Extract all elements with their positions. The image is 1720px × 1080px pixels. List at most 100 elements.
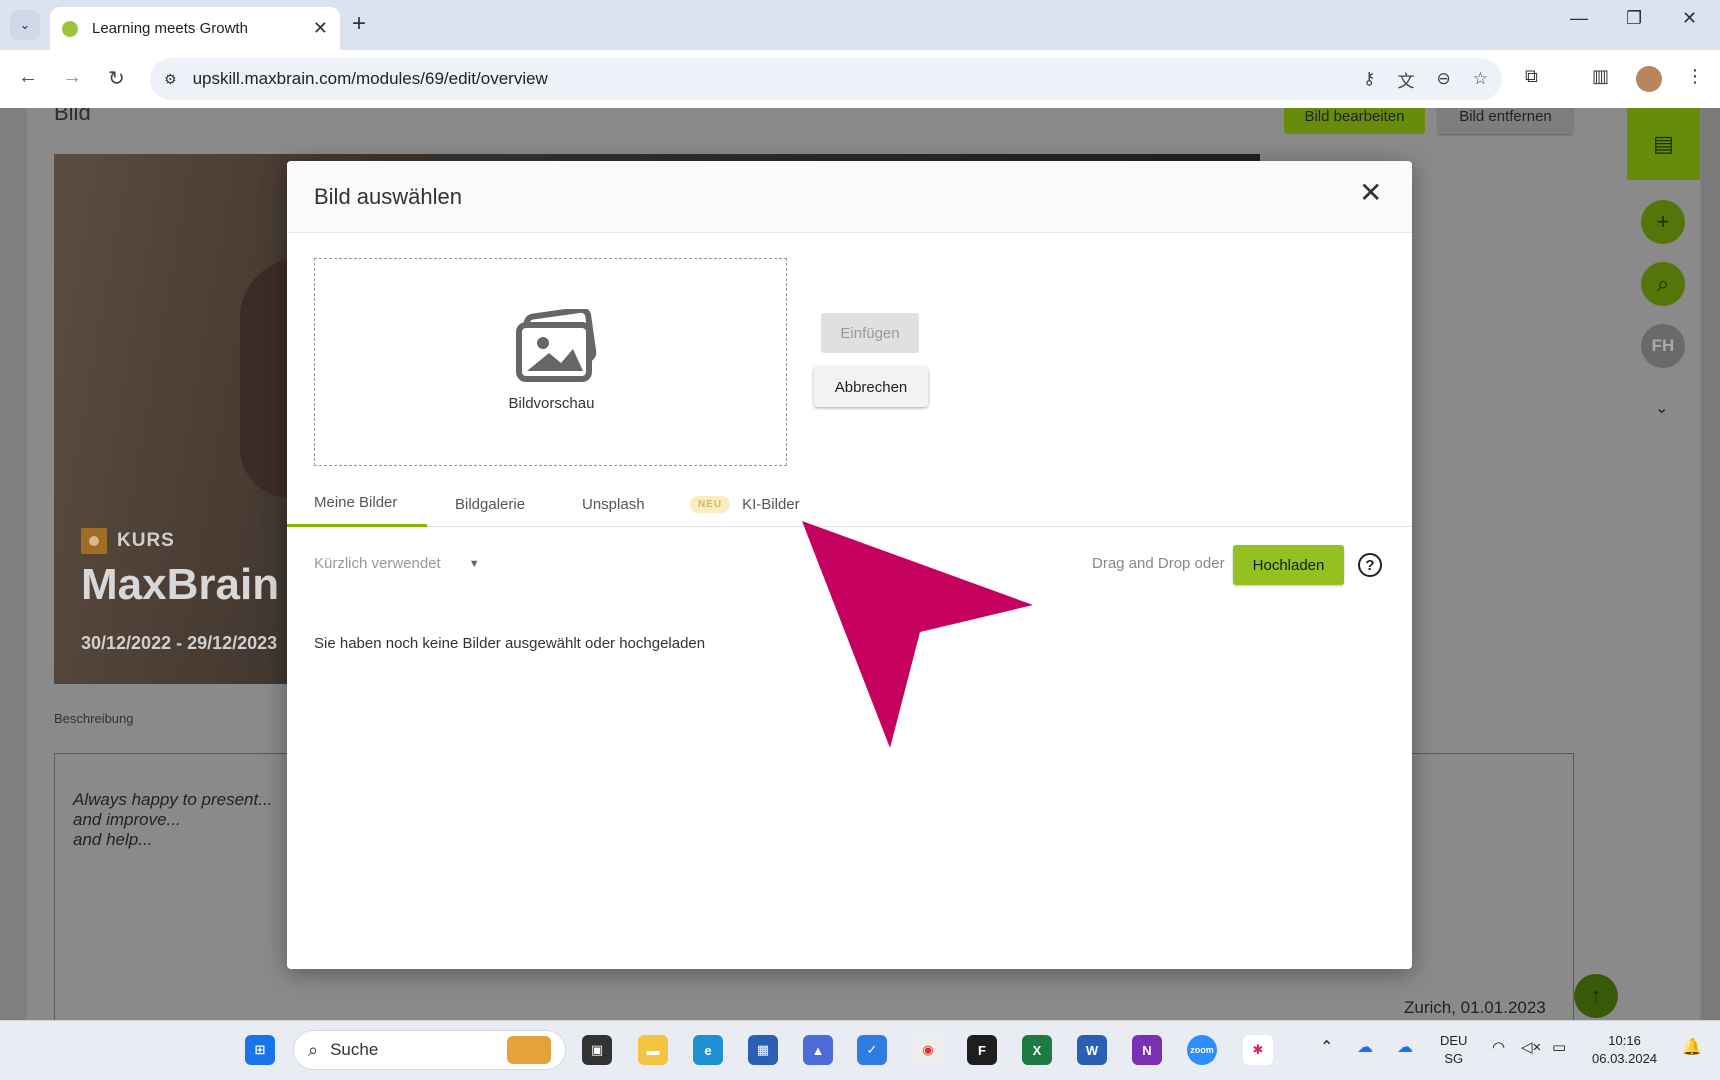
chevron-down-icon[interactable]: ⌄ [1655, 398, 1668, 418]
browser-tabbar: ⌄ Learning meets Growth ✕ + — ❐ ✕ [0, 0, 1720, 50]
user-avatar-button[interactable]: FH [1641, 324, 1685, 368]
course-type-icon [81, 528, 107, 554]
chat-icon: ▤ [1653, 131, 1674, 156]
clock-time: 10:16 [1608, 1033, 1641, 1048]
excel-icon[interactable]: X [1022, 1035, 1052, 1065]
store-icon[interactable]: ▦ [748, 1035, 778, 1065]
description-line: Always happy to present... [73, 790, 273, 809]
zoom-icon[interactable]: ⊖ [1437, 69, 1451, 89]
taskbar-search-label: Suche [330, 1040, 379, 1059]
empty-state-message: Sie haben noch keine Bilder ausgewählt o… [314, 635, 706, 652]
course-type-badge: KURS [81, 528, 175, 554]
profile-avatar[interactable] [1636, 66, 1662, 92]
app-icon[interactable]: ▲ [803, 1035, 833, 1065]
course-dates: 30/12/2022 - 29/12/2023 [81, 633, 278, 653]
restore-icon[interactable]: ❐ [1626, 8, 1642, 29]
chevron-down-icon: ⌄ [19, 17, 31, 32]
chat-button[interactable]: ▤ [1627, 108, 1700, 180]
tab-unsplash[interactable]: Unsplash [582, 481, 645, 527]
course-type-label: KURS [117, 530, 175, 551]
page-scrollbar[interactable] [1702, 108, 1720, 1020]
figma-icon[interactable]: F [967, 1035, 997, 1065]
sidepanel-icon[interactable]: ▥ [1592, 66, 1609, 87]
translate-icon[interactable]: 文 [1398, 67, 1415, 92]
more-icon[interactable]: ⋮ [1686, 66, 1704, 87]
back-icon[interactable]: ← [18, 66, 38, 89]
remove-image-button[interactable]: Bild entfernen [1438, 108, 1573, 134]
taskbar-search[interactable]: ⌕ Suche [293, 1030, 566, 1070]
search-button[interactable]: ⌕ [1641, 262, 1685, 306]
dialog-title: Bild auswählen [314, 184, 462, 209]
tab-my-images[interactable]: Meine Bilder [287, 481, 427, 527]
description-text: Always happy to present... and improve..… [73, 790, 272, 850]
tab-label: KI-Bilder [742, 495, 800, 513]
battery-icon[interactable]: ▭ [1552, 1039, 1566, 1057]
extensions-icon[interactable]: ⧉ [1525, 66, 1538, 87]
help-icon[interactable]: ? [1358, 553, 1382, 577]
filter-value: Kürzlich verwendet [314, 555, 441, 572]
windows-start-icon[interactable]: ⊞ [245, 1035, 275, 1065]
location-date: Zurich, 01.01.2023 [1404, 998, 1546, 1017]
select-image-dialog: Bild auswählen ✕ Bildvorschau Einfügen A… [287, 161, 1412, 969]
insert-button[interactable]: Einfügen [821, 313, 919, 353]
upload-button[interactable]: Hochladen [1233, 545, 1344, 585]
edge-icon[interactable]: e [693, 1035, 723, 1065]
new-tab-button[interactable]: + [352, 10, 366, 38]
site-settings-icon[interactable]: ⚙ [164, 71, 177, 88]
browser-tab[interactable]: Learning meets Growth ✕ [50, 7, 340, 50]
address-bar[interactable]: ⚙ upskill.maxbrain.com/modules/69/edit/o… [150, 58, 1502, 100]
zoom-app-icon[interactable]: zoom [1187, 1035, 1217, 1065]
close-tab-icon[interactable]: ✕ [313, 18, 328, 39]
cancel-button[interactable]: Abbrechen [814, 367, 928, 407]
reload-icon[interactable]: ↻ [108, 66, 125, 91]
windows-taskbar: ⊞ ⌕ Suche ▣ ▬ e ▦ ▲ ✓ ◉ F X W N zoom ✱ ⌃… [0, 1020, 1720, 1080]
forward-icon[interactable]: → [62, 66, 82, 89]
tab-title: Learning meets Growth [92, 20, 248, 37]
star-icon[interactable]: ☆ [1473, 69, 1488, 89]
file-explorer-icon[interactable]: ▬ [638, 1035, 668, 1065]
clock[interactable]: 10:16 06.03.2024 [1592, 1032, 1657, 1068]
favicon-icon [62, 20, 78, 37]
onedrive-icon-2[interactable]: ☁ [1397, 1039, 1413, 1057]
onedrive-icon[interactable]: ☁ [1357, 1039, 1373, 1057]
task-view-icon[interactable]: ▣ [582, 1035, 612, 1065]
input-language[interactable]: DEU SG [1440, 1032, 1467, 1068]
wifi-icon[interactable]: ◠ [1492, 1039, 1505, 1057]
section-label: Bild [54, 108, 91, 125]
minimize-icon[interactable]: — [1570, 8, 1588, 29]
new-badge: NEU [690, 495, 731, 513]
preview-label: Bildvorschau [508, 395, 595, 412]
browser-toolbar: ← → ↻ ⚙ upskill.maxbrain.com/modules/69/… [0, 50, 1720, 108]
description-line: and help... [73, 830, 153, 849]
sort-filter-select[interactable]: Kürzlich verwendet ▼ [314, 555, 480, 572]
drag-drop-hint: Drag and Drop oder [1092, 555, 1225, 572]
onenote-icon[interactable]: N [1132, 1035, 1162, 1065]
todo-icon[interactable]: ✓ [857, 1035, 887, 1065]
slack-icon[interactable]: ✱ [1243, 1035, 1273, 1065]
word-icon[interactable]: W [1077, 1035, 1107, 1065]
tab-ai-images[interactable]: NEU KI-Bilder [690, 481, 800, 527]
edit-image-button[interactable]: Bild bearbeiten [1284, 108, 1425, 134]
dialog-header: Bild auswählen ✕ [287, 161, 1412, 233]
tab-search-button[interactable]: ⌄ [10, 10, 40, 40]
tab-label: Bildgalerie [455, 495, 526, 513]
close-window-icon[interactable]: ✕ [1682, 8, 1697, 29]
tab-image-gallery[interactable]: Bildgalerie [455, 481, 525, 527]
add-button[interactable]: + [1641, 200, 1685, 244]
chrome-icon[interactable]: ◉ [913, 1035, 943, 1065]
search-icon: ⌕ [308, 1039, 319, 1060]
description-line: and improve... [73, 810, 181, 829]
key-icon[interactable]: ⚷ [1363, 69, 1375, 89]
caret-down-icon: ▼ [468, 557, 480, 570]
tray-chevron-up-icon[interactable]: ⌃ [1320, 1039, 1333, 1057]
scroll-top-button[interactable]: ↑ [1574, 974, 1618, 1018]
plus-icon: + [1656, 209, 1670, 234]
notification-bell-icon[interactable]: 🔔 [1682, 1039, 1702, 1057]
image-gallery-icon [516, 309, 597, 382]
volume-muted-icon[interactable]: ◁× [1521, 1039, 1541, 1057]
close-icon[interactable]: ✕ [1359, 179, 1382, 207]
url-text[interactable]: upskill.maxbrain.com/modules/69/edit/ove… [193, 69, 1341, 89]
tab-label: Unsplash [582, 495, 645, 513]
clock-date: 06.03.2024 [1592, 1051, 1658, 1066]
briefcase-icon [507, 1036, 551, 1064]
